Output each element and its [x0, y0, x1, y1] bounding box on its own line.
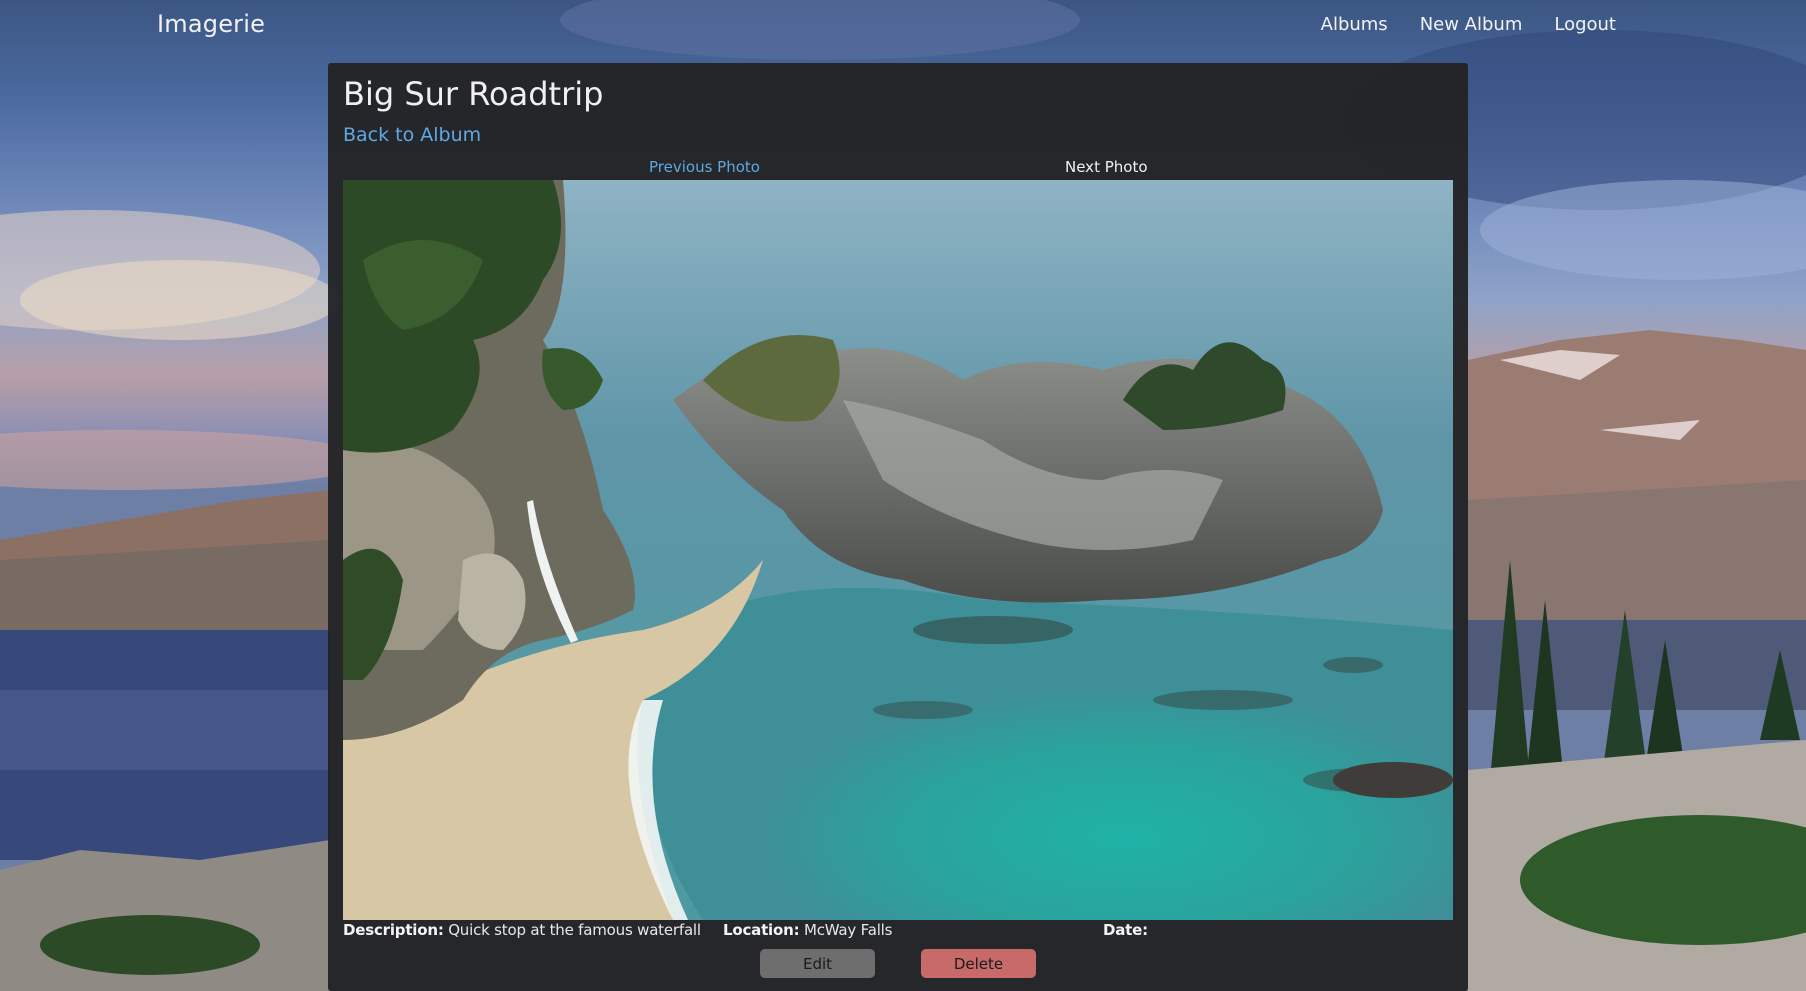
photo-panel: Big Sur Roadtrip Back to Album Previous … — [328, 63, 1468, 991]
photo-image — [343, 180, 1453, 920]
location-field: Location: McWay Falls — [723, 921, 892, 939]
next-photo-link[interactable]: Next Photo — [1065, 158, 1148, 176]
description-value: Quick stop at the famous waterfall — [448, 921, 701, 939]
delete-button[interactable]: Delete — [921, 949, 1036, 978]
nav-albums-link[interactable]: Albums — [1321, 14, 1388, 35]
previous-photo-link[interactable]: Previous Photo — [649, 158, 760, 176]
back-to-album-link[interactable]: Back to Album — [343, 124, 481, 146]
top-navbar: Imagerie Albums New Album Logout — [0, 0, 1806, 52]
description-label: Description: — [343, 921, 444, 939]
nav-new-album-link[interactable]: New Album — [1420, 14, 1523, 35]
page-title: Big Sur Roadtrip — [343, 75, 604, 113]
location-value: McWay Falls — [803, 921, 893, 939]
edit-button[interactable]: Edit — [760, 949, 875, 978]
description-field: Description: Quick stop at the famous wa… — [343, 921, 701, 939]
nav-logout-link[interactable]: Logout — [1554, 14, 1616, 35]
location-label: Location: — [723, 921, 800, 939]
date-field: Date: — [1103, 921, 1148, 939]
date-label: Date: — [1103, 921, 1148, 939]
nav-links: Albums New Album Logout — [1321, 14, 1616, 35]
brand-logo[interactable]: Imagerie — [157, 10, 265, 38]
